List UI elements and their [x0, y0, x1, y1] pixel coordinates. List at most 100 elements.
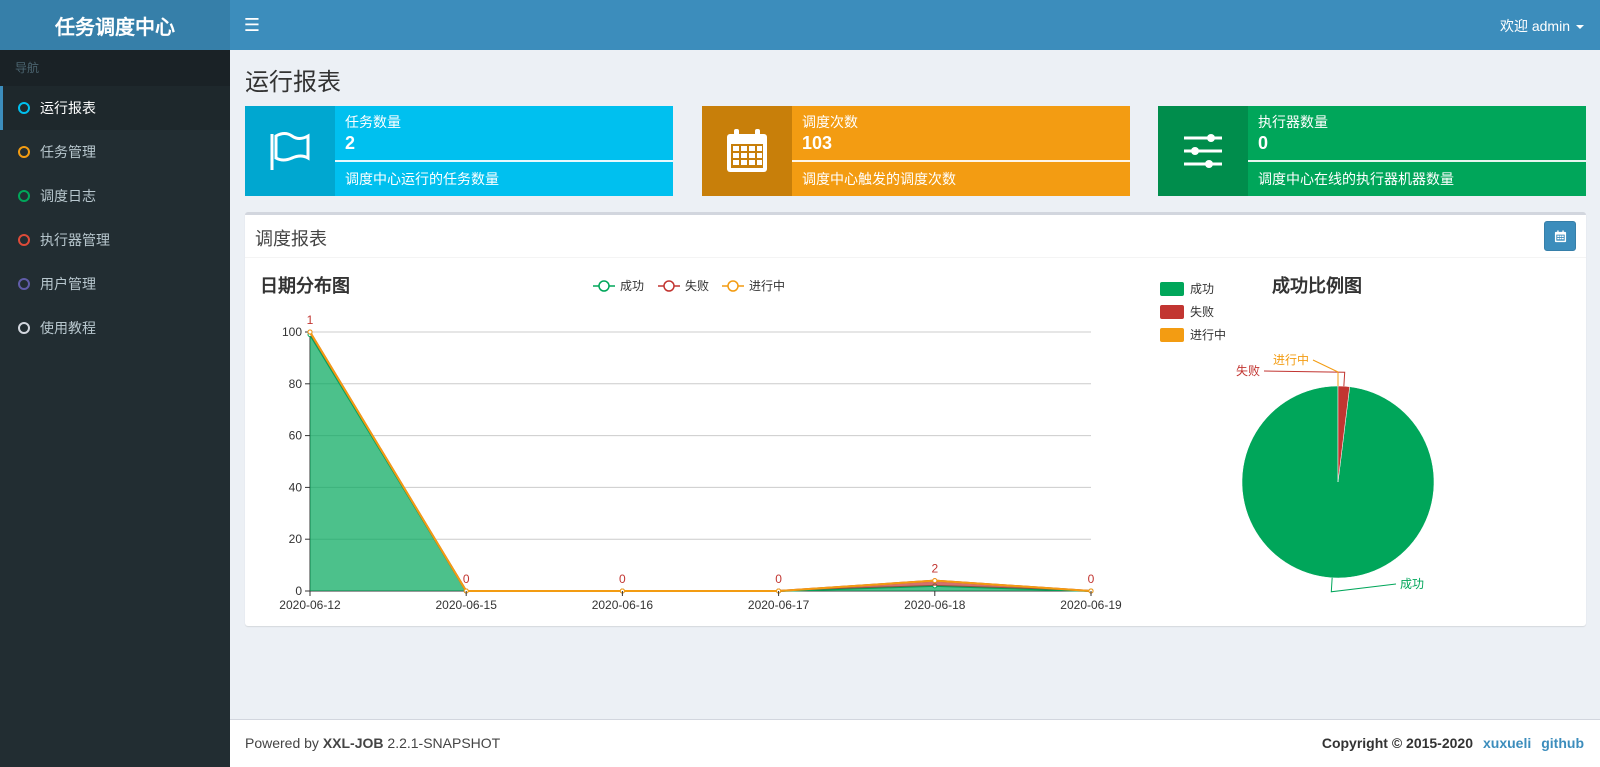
sidebar-header: 导航 [0, 50, 230, 86]
legend-circle-icon [598, 280, 610, 292]
circle-icon [18, 102, 30, 114]
footer-copyright: Copyright © 2015-2020 xuxueli github [1322, 735, 1584, 751]
x-tick-label: 2020-06-18 [904, 598, 966, 612]
page-title: 运行报表 [245, 69, 341, 96]
pie-slice-label: 进行中 [1273, 352, 1309, 367]
info-box-1: 调度次数 103 调度中心触发的调度次数 [702, 106, 1130, 196]
pie-slice-label: 成功 [1400, 577, 1424, 591]
report-panel: 调度报表 日期分布图 成功 失败 进行中 0 20 40 60 80 100 2020-06-12 1… [245, 212, 1586, 626]
sidebar-menu: 运行报表任务管理调度日志执行器管理用户管理使用教程 [0, 86, 230, 350]
pie-leader-line [1330, 577, 1397, 593]
y-tick-label: 40 [289, 480, 303, 494]
charts-canvas: 日期分布图 成功 失败 进行中0204060801002020-06-1212020-… [260, 275, 1435, 612]
x-tick-label: 2020-06-12 [279, 598, 341, 612]
y-tick-label: 80 [289, 377, 303, 391]
github-link[interactable]: github [1541, 735, 1584, 751]
calendar-icon [1554, 229, 1566, 242]
sidebar-item-2[interactable]: 调度日志 [0, 174, 230, 218]
y-tick-label: 60 [289, 429, 303, 443]
info-box-value: 2 [345, 133, 356, 153]
y-tick-label: 0 [295, 584, 302, 598]
sidebar-item-label: 任务管理 [40, 144, 96, 160]
pie-leader-line [1263, 370, 1346, 387]
sidebar-item-label: 执行器管理 [40, 232, 110, 248]
pie-legend-swatch [1160, 282, 1184, 296]
pie-slice-label: 失败 [1236, 363, 1260, 378]
calendar-icon [702, 106, 792, 196]
date-range-button[interactable] [1544, 221, 1576, 251]
sidebar-item-label: 运行报表 [40, 100, 96, 116]
info-box-divider [1248, 160, 1586, 162]
info-box-divider [792, 160, 1130, 162]
sidebar: 导航 运行报表任务管理调度日志执行器管理用户管理使用教程 [0, 50, 230, 767]
line-legend-label: 成功 [620, 279, 644, 293]
pie-legend-swatch [1160, 305, 1184, 319]
data-point [932, 578, 938, 584]
x-tick-label: 2020-06-17 [748, 598, 810, 612]
info-box-value: 103 [802, 133, 833, 153]
info-box-value: 0 [1258, 133, 1269, 153]
info-box-label: 调度次数 [802, 114, 858, 130]
sidebar-item-5[interactable]: 使用教程 [0, 306, 230, 350]
data-label: 0 [619, 572, 626, 586]
circle-icon [18, 234, 30, 246]
line-chart-title: 日期分布图 [260, 275, 350, 296]
info-box-desc: 调度中心运行的任务数量 [345, 171, 499, 187]
info-box-0: 任务数量 2 调度中心运行的任务数量 [245, 106, 673, 196]
pie-leader-line [1312, 359, 1339, 386]
product-version: 2.2.1-SNAPSHOT [383, 735, 501, 751]
circle-icon [18, 322, 30, 334]
info-box-divider [335, 160, 673, 162]
x-tick-label: 2020-06-19 [1060, 598, 1122, 612]
data-point [307, 329, 313, 335]
pie-legend-swatch [1160, 328, 1184, 342]
report-panel-header: 调度报表 [245, 215, 1586, 258]
data-label: 2 [931, 562, 938, 576]
product-name: XXL-JOB [322, 735, 384, 751]
info-box-desc: 调度中心在线的执行器机器数量 [1258, 171, 1454, 187]
top-navbar: ☰ 欢迎 admin [230, 0, 1600, 50]
circle-icon [18, 146, 30, 158]
author-link[interactable]: xuxueli [1483, 735, 1531, 751]
footer-powered: Powered by XXL-JOB 2.2.1-SNAPSHOT [245, 735, 500, 751]
legend-circle-icon [663, 280, 675, 292]
sidebar-item-label: 调度日志 [40, 188, 96, 204]
data-label: 1 [307, 313, 314, 327]
caret-down-icon [1576, 25, 1584, 30]
info-box-2: 执行器数量 0 调度中心在线的执行器机器数量 [1158, 106, 1586, 196]
x-tick-label: 2020-06-15 [436, 598, 498, 612]
hamburger-icon[interactable]: ☰ [240, 13, 264, 37]
info-box-label: 执行器数量 [1258, 114, 1328, 130]
powered-prefix: Powered by [245, 735, 323, 751]
sidebar-item-3[interactable]: 执行器管理 [0, 218, 230, 262]
user-menu[interactable]: 欢迎 admin [1500, 16, 1584, 36]
sidebar-item-1[interactable]: 任务管理 [0, 130, 230, 174]
area-series-0 [310, 334, 1091, 591]
user-greeting: 欢迎 admin [1499, 18, 1570, 34]
flag-icon [245, 106, 335, 196]
data-label: 0 [1088, 572, 1095, 586]
pie-legend-label: 成功 [1190, 282, 1214, 296]
sidebar-item-0[interactable]: 运行报表 [0, 86, 230, 130]
circle-icon [18, 278, 30, 290]
pie-legend-label: 失败 [1190, 304, 1214, 319]
data-label: 0 [463, 572, 470, 586]
data-label: 0 [775, 572, 782, 586]
circle-icon [18, 190, 30, 202]
footer: Powered by XXL-JOB 2.2.1-SNAPSHOT Copyri… [230, 719, 1600, 767]
app-logo[interactable]: 任务调度中心 [0, 0, 230, 50]
line-legend-label: 失败 [685, 278, 709, 293]
sliders-icon [1158, 106, 1248, 196]
sidebar-item-label: 用户管理 [40, 276, 96, 292]
x-tick-label: 2020-06-16 [592, 598, 654, 612]
legend-circle-icon [727, 280, 739, 292]
pie-chart-title: 成功比例图 [1272, 275, 1362, 296]
sidebar-item-4[interactable]: 用户管理 [0, 262, 230, 306]
line-legend-label: 进行中 [749, 278, 785, 293]
copyright-text: Copyright © 2015-2020 [1321, 735, 1473, 751]
y-tick-label: 20 [289, 532, 303, 546]
pie-legend-label: 进行中 [1190, 327, 1226, 342]
sidebar-item-label: 使用教程 [40, 320, 96, 336]
y-tick-label: 100 [282, 325, 302, 339]
info-box-desc: 调度中心触发的调度次数 [802, 171, 956, 187]
